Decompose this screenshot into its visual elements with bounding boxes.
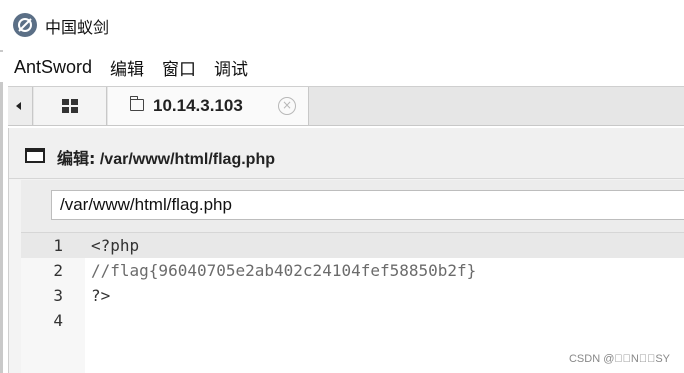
editor-window: 编辑: /var/www/html/flag.php 1 <?php 2 //f… [8,128,684,373]
window-title: 中国蚁剑 [45,18,110,37]
code-line[interactable]: 2 //flag{96040705e2ab402c24104fef58850b2… [21,258,684,283]
title-bar: 中国蚁剑 [0,0,684,50]
path-bar [21,180,684,233]
antsword-logo-icon [13,13,37,37]
code-line[interactable]: 1 <?php [21,233,684,258]
tab-host[interactable]: 10.14.3.103 × [108,87,309,125]
code-comment: //flag{96040705e2ab402c24104fef58850b2f} [91,261,477,280]
editor-title: 编辑: /var/www/html/flag.php [57,145,275,169]
code-line[interactable]: 4 [21,308,684,333]
code-text: <?php [91,236,140,255]
tab-host-label: 10.14.3.103 [153,96,243,115]
menu-bar: AntSword 编辑 窗口 调试 [0,52,684,82]
close-icon[interactable]: × [278,97,296,115]
folder-icon [129,96,144,111]
menu-debug[interactable]: 调试 [214,55,248,80]
menu-antsword[interactable]: AntSword [14,57,92,78]
line-number: 3 [53,286,63,305]
window-icon [25,148,45,163]
watermark: CSDN @  N  SY [568,353,670,365]
line-number: 4 [53,311,63,330]
path-input[interactable] [51,190,684,220]
code-text: ?> [91,286,111,305]
editor-header: 编辑: /var/www/html/flag.php [9,128,684,179]
tab-bar: 10.14.3.103 × [8,86,684,126]
line-number: 2 [53,261,63,280]
menu-window[interactable]: 窗口 [162,55,196,80]
tab-home[interactable] [34,87,107,125]
line-number: 1 [53,236,63,255]
grid-icon [62,99,78,113]
code-line[interactable]: 3 ?> [21,283,684,308]
code-editor[interactable]: 1 <?php 2 //flag{96040705e2ab402c24104fe… [21,233,684,373]
menu-edit[interactable]: 编辑 [110,55,144,80]
editor-title-path: /var/www/html/flag.php [99,151,275,168]
editor-title-label: 编辑: [57,149,96,168]
tab-scroll-left-button[interactable] [8,87,33,125]
